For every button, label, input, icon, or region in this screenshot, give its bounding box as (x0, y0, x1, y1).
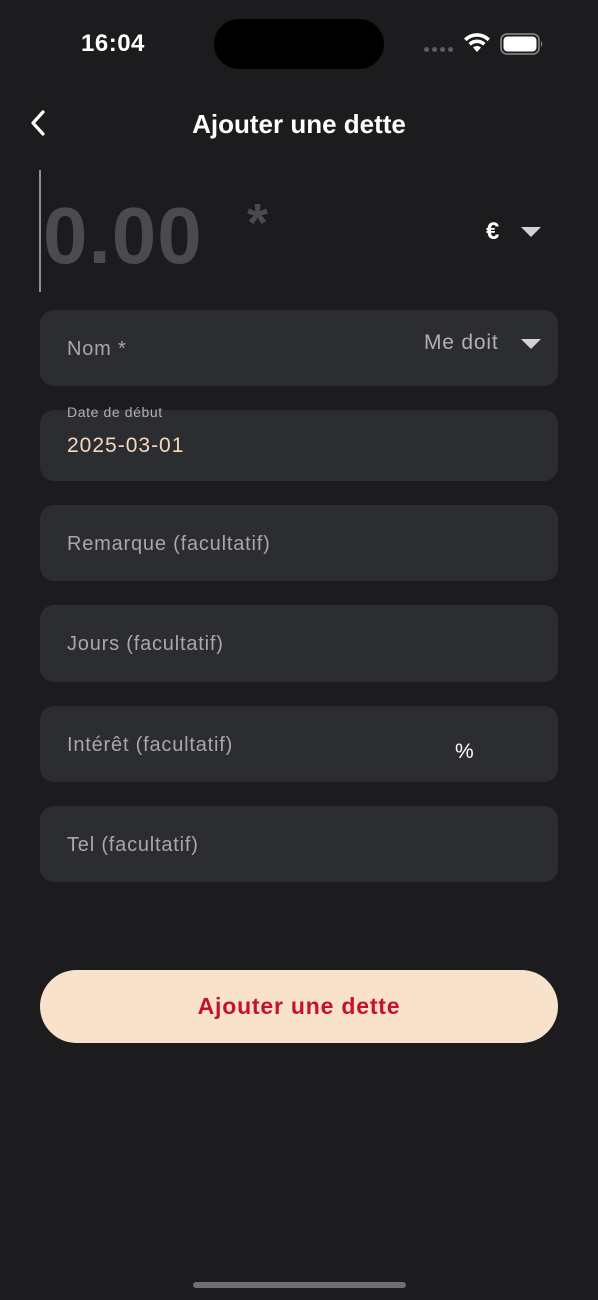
caret-down-icon[interactable] (521, 227, 541, 237)
phone-field[interactable]: Tel (facultatif) (40, 806, 558, 882)
start-date-label: Date de début (67, 404, 163, 420)
days-field[interactable]: Jours (facultatif) (40, 605, 558, 682)
direction-selector[interactable]: Me doit (424, 331, 498, 355)
cellular-signal-icon (424, 47, 453, 52)
page-title: Ajouter une dette (192, 109, 406, 139)
start-date-value: 2025-03-01 (67, 434, 185, 457)
interest-placeholder: Intérêt (facultatif) (67, 734, 234, 756)
phone-placeholder: Tel (facultatif) (67, 834, 199, 856)
remark-field[interactable]: Remarque (facultatif) (40, 505, 558, 581)
caret-down-icon[interactable] (521, 339, 541, 349)
amount-input[interactable]: 0.00 * € (0, 170, 598, 295)
percent-unit: % (455, 740, 474, 763)
battery-icon (500, 33, 543, 55)
home-indicator (193, 1282, 406, 1288)
currency-selector[interactable]: € (486, 218, 499, 246)
remark-placeholder: Remarque (facultatif) (67, 533, 271, 555)
text-cursor (39, 170, 41, 292)
status-time: 16:04 (81, 30, 145, 57)
add-debt-button[interactable]: Ajouter une dette (40, 970, 558, 1043)
name-placeholder: Nom * (67, 338, 127, 360)
nav-bar: Ajouter une dette (0, 95, 598, 151)
amount-placeholder: 0.00 (43, 191, 203, 280)
dynamic-island (214, 19, 384, 69)
name-field[interactable]: Nom * Me doit (40, 310, 558, 386)
interest-field[interactable]: Intérêt (facultatif) % (40, 706, 558, 782)
start-date-field[interactable]: Date de début 2025-03-01 (40, 404, 558, 481)
status-bar: 16:04 (0, 0, 598, 90)
required-mark: * (247, 193, 269, 253)
wifi-icon (464, 33, 490, 52)
days-placeholder: Jours (facultatif) (67, 633, 224, 655)
